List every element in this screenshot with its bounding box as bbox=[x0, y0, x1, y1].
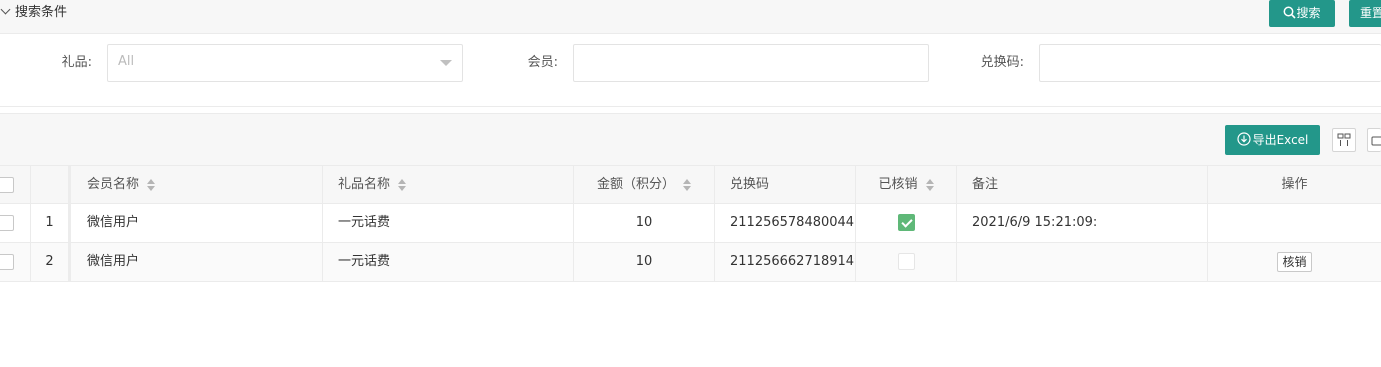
export-excel-label: 导出Excel bbox=[1252, 133, 1309, 147]
header-checkbox-cell bbox=[0, 166, 31, 204]
table-row: 2 微信用户 一元话费 10 2112566627189149 核销 bbox=[0, 243, 1381, 282]
download-icon bbox=[1236, 132, 1251, 146]
column-header-member[interactable]: 会员名称 bbox=[71, 166, 323, 204]
sort-icon[interactable] bbox=[683, 178, 691, 191]
column-header-note: 备注 bbox=[957, 166, 1208, 204]
column-header-gift[interactable]: 礼品名称 bbox=[323, 166, 574, 204]
column-toggle-button[interactable] bbox=[1332, 128, 1356, 152]
row-index: 2 bbox=[31, 243, 71, 281]
column-header-action: 操作 bbox=[1208, 166, 1381, 204]
code-input[interactable] bbox=[1039, 44, 1381, 82]
sort-icon[interactable] bbox=[147, 178, 156, 191]
verified-checkbox[interactable] bbox=[897, 253, 915, 270]
code-cell: 2112566627189149 bbox=[715, 243, 856, 281]
chevron-down-icon bbox=[0, 4, 11, 15]
verified-checkbox[interactable] bbox=[897, 214, 915, 231]
export-excel-button[interactable]: 导出Excel bbox=[1225, 125, 1320, 155]
divider bbox=[0, 106, 1381, 107]
table-header-row: 会员名称 礼品名称 金额（积分） 兑换码 已核销 备注 操作 bbox=[0, 165, 1381, 204]
note-cell: 2021/6/9 15:21:09: bbox=[957, 204, 1208, 242]
gift-name-cell: 一元话费 bbox=[323, 204, 574, 242]
amount-cell: 10 bbox=[574, 243, 715, 281]
column-header-amount[interactable]: 金额（积分） bbox=[574, 166, 715, 204]
gift-select[interactable]: All bbox=[107, 44, 463, 82]
action-cell: 核销 bbox=[1208, 243, 1381, 281]
column-header-verified[interactable]: 已核销 bbox=[856, 166, 957, 204]
verify-button[interactable]: 核销 bbox=[1277, 251, 1312, 272]
search-button[interactable]: 搜索 bbox=[1269, 0, 1335, 27]
member-name-cell: 微信用户 bbox=[71, 204, 323, 242]
member-input[interactable] bbox=[573, 44, 929, 82]
reset-button[interactable]: 重置 bbox=[1349, 0, 1381, 27]
sort-icon[interactable] bbox=[925, 178, 934, 191]
member-filter-label: 会员: bbox=[527, 55, 558, 70]
amount-cell: 10 bbox=[574, 204, 715, 242]
print-icon bbox=[1371, 136, 1381, 146]
gift-name-cell: 一元话费 bbox=[323, 243, 574, 281]
column-header-code: 兑换码 bbox=[715, 166, 856, 204]
column-header-gift-label: 礼品名称 bbox=[338, 177, 391, 192]
code-cell: 2112565784800448 bbox=[715, 204, 856, 242]
column-header-member-label: 会员名称 bbox=[87, 177, 140, 192]
gift-select-value: All bbox=[118, 54, 135, 69]
member-name-cell: 微信用户 bbox=[71, 243, 323, 281]
search-icon bbox=[1284, 6, 1297, 19]
search-panel-title: 搜索条件 bbox=[15, 5, 68, 20]
select-all-checkbox[interactable] bbox=[0, 177, 14, 193]
print-button[interactable] bbox=[1367, 128, 1381, 152]
search-panel-toggle[interactable]: 搜索条件 bbox=[0, 0, 67, 25]
row-checkbox-cell bbox=[0, 204, 31, 242]
row-index: 1 bbox=[31, 204, 71, 242]
table-toolbar bbox=[0, 113, 1381, 166]
header-index-cell bbox=[31, 166, 71, 204]
column-header-action-label: 操作 bbox=[1281, 177, 1308, 192]
verified-cell bbox=[856, 204, 957, 242]
search-panel-header bbox=[0, 0, 1381, 34]
code-filter-label: 兑换码: bbox=[980, 55, 1024, 70]
column-header-code-label: 兑换码 bbox=[730, 177, 770, 192]
reset-button-label: 重置 bbox=[1360, 6, 1381, 20]
note-cell bbox=[957, 243, 1208, 281]
caret-down-icon bbox=[440, 60, 452, 66]
action-cell bbox=[1208, 204, 1381, 242]
row-checkbox[interactable] bbox=[0, 254, 14, 270]
sort-icon[interactable] bbox=[398, 178, 407, 191]
table-row: 1 微信用户 一元话费 10 2112565784800448 2021/6/9… bbox=[0, 204, 1381, 243]
column-header-note-label: 备注 bbox=[972, 177, 999, 192]
verified-cell bbox=[856, 243, 957, 281]
row-checkbox-cell bbox=[0, 243, 31, 281]
gift-filter-label: 礼品: bbox=[61, 55, 92, 70]
column-header-verified-label: 已核销 bbox=[878, 177, 918, 192]
row-checkbox[interactable] bbox=[0, 215, 14, 231]
column-header-amount-label: 金额（积分） bbox=[596, 177, 675, 192]
search-button-label: 搜索 bbox=[1296, 6, 1321, 20]
columns-icon bbox=[1337, 133, 1351, 146]
